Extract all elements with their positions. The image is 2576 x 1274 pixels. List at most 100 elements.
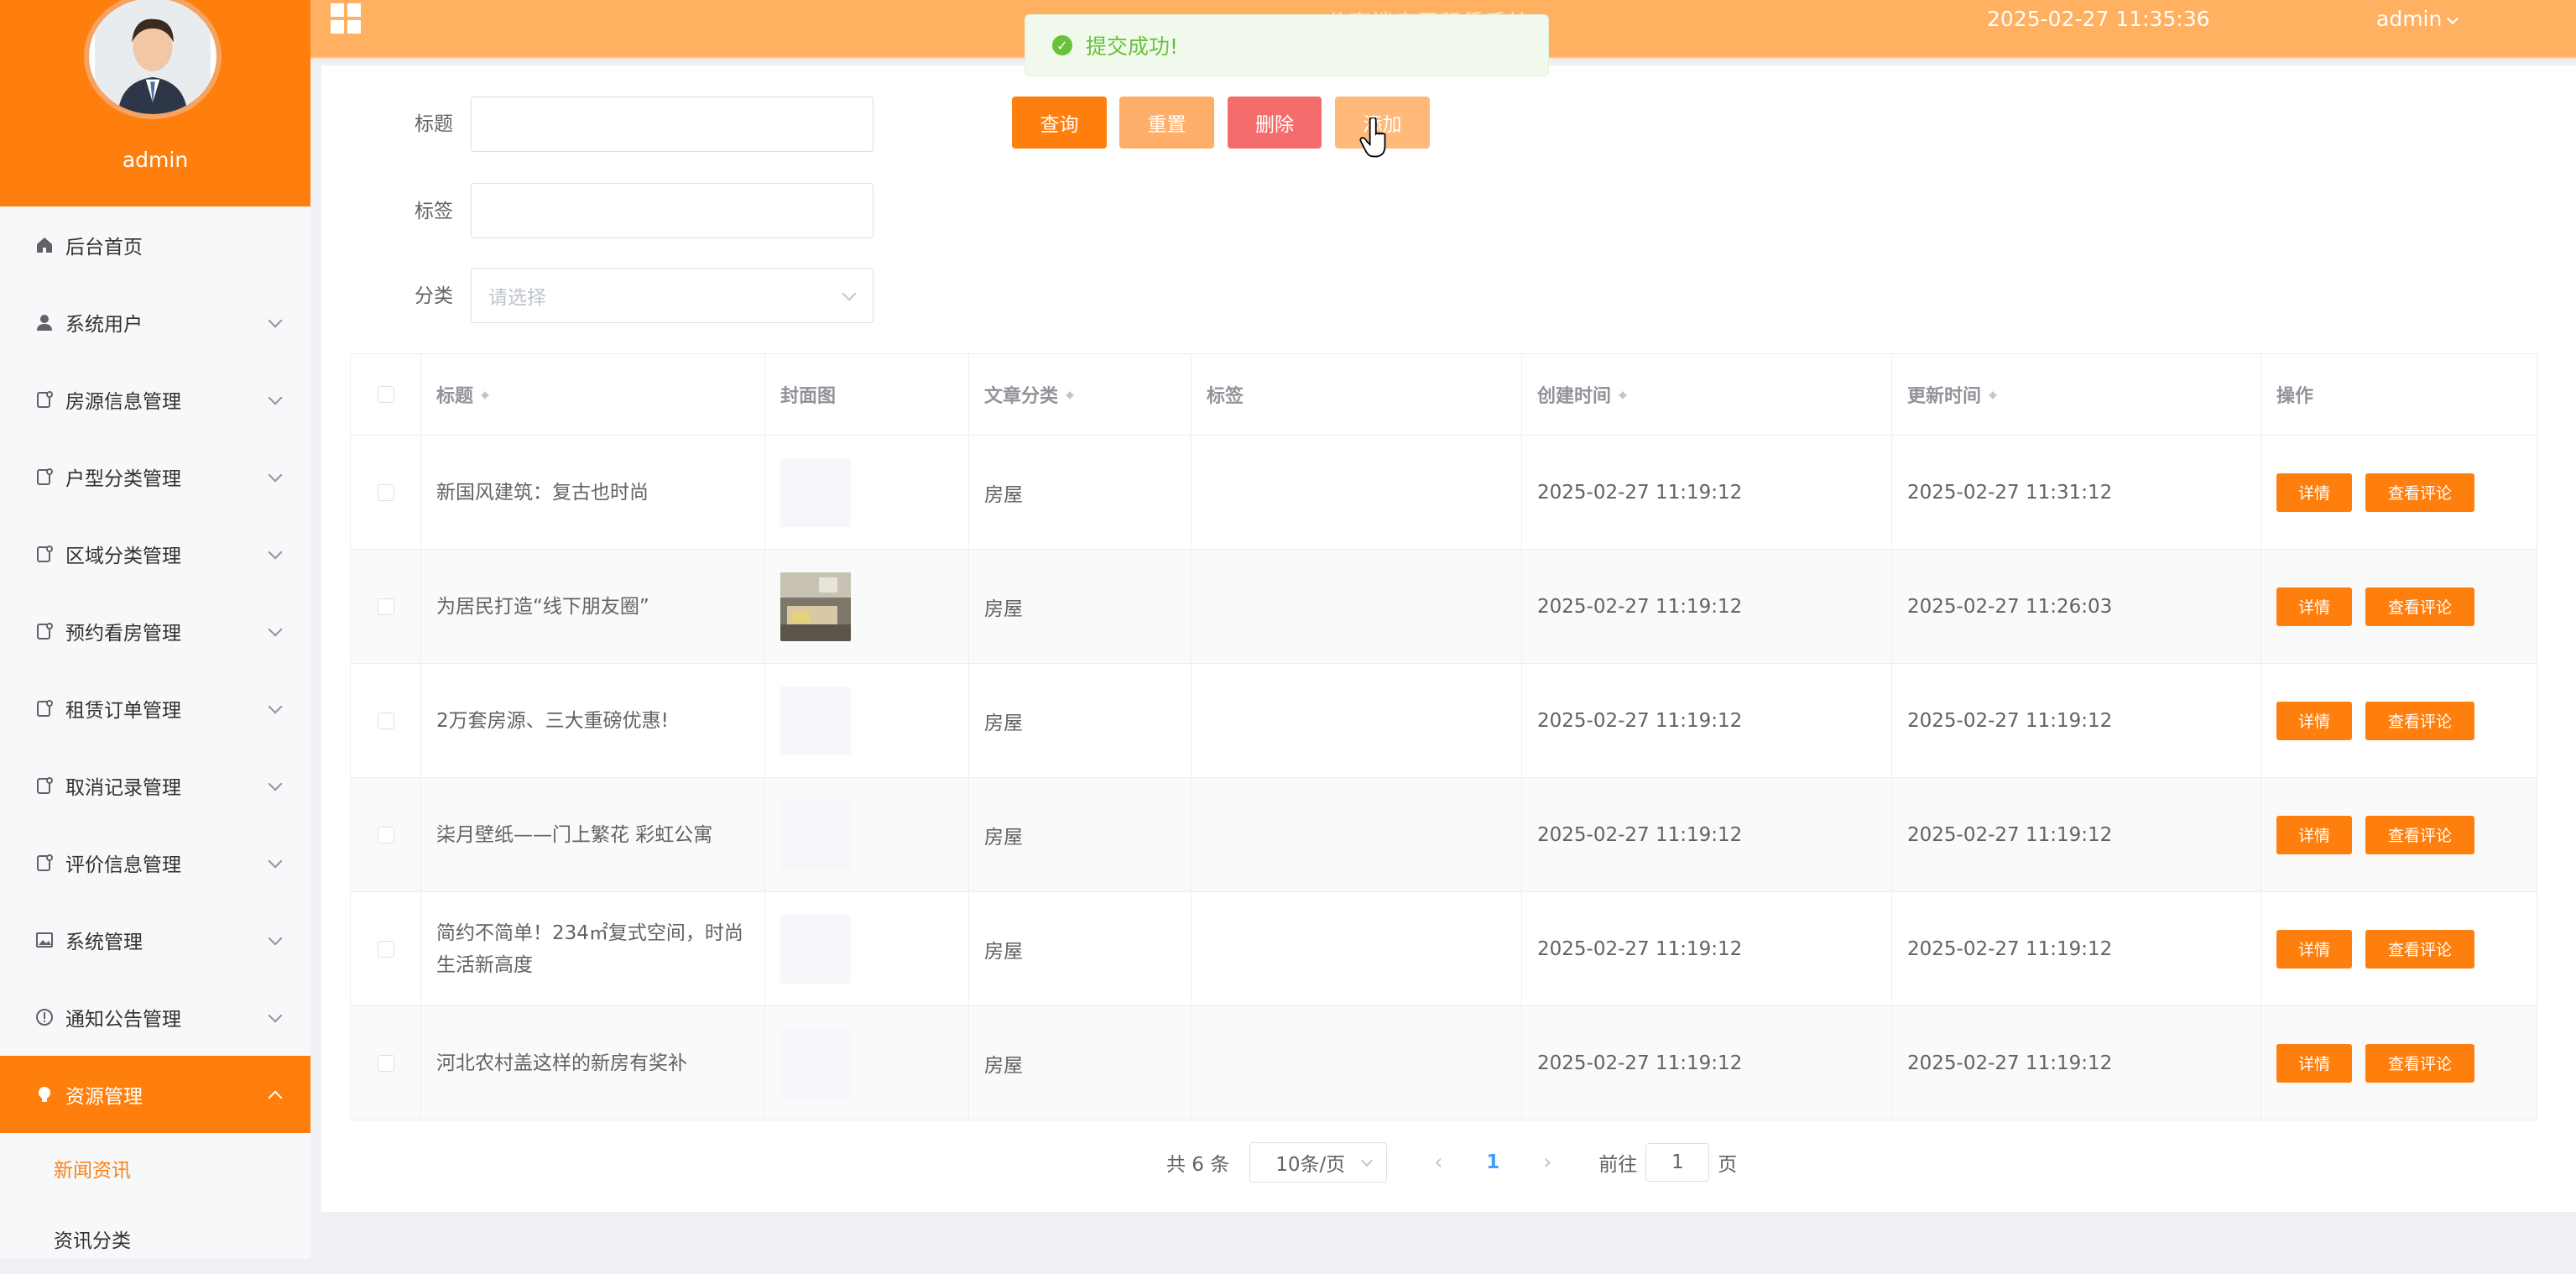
sidebar-item-label: 取消记录管理	[65, 777, 181, 799]
row-checkbox[interactable]	[377, 712, 394, 729]
row-checkbox[interactable]	[377, 483, 394, 501]
tag-filter-label: 标签	[415, 201, 453, 222]
page-size-value: 10条/页	[1275, 1154, 1346, 1176]
sort-icon[interactable]	[1065, 387, 1075, 402]
current-page[interactable]: 1	[1468, 1151, 1518, 1173]
select-all-cell	[351, 354, 421, 435]
sort-icon[interactable]	[1988, 387, 1998, 402]
document-icon	[34, 389, 55, 410]
row-checkbox[interactable]	[377, 598, 394, 615]
row-select-cell	[351, 550, 421, 663]
query-button[interactable]: 查询	[1012, 97, 1107, 149]
delete-button[interactable]: 删除	[1228, 97, 1322, 149]
sidebar-subitem-news[interactable]: 新闻资讯	[0, 1133, 310, 1204]
sidebar-item-resources[interactable]: 资源管理	[0, 1056, 310, 1133]
prev-page-button[interactable]: ‹	[1417, 1150, 1459, 1175]
sidebar-item-reviews[interactable]: 评价信息管理	[0, 824, 310, 901]
sidebar-item-system-users[interactable]: 系统用户	[0, 284, 310, 361]
category-cell: 房屋	[969, 778, 1192, 891]
sidebar-item-listings[interactable]: 房源信息管理	[0, 361, 310, 438]
chevron-down-icon	[268, 854, 283, 869]
sidebar-item-dashboard[interactable]: 后台首页	[0, 206, 310, 284]
view-comments-button[interactable]: 查看评论	[2365, 587, 2474, 626]
actions-cell: 详情 查看评论	[2261, 778, 2537, 891]
header-updated[interactable]: 更新时间	[1892, 354, 2261, 435]
row-select-cell	[351, 664, 421, 777]
header-label: 文章分类	[984, 386, 1059, 407]
cover-thumbnail[interactable]	[780, 800, 851, 869]
actions-cell: 详情 查看评论	[2261, 436, 2537, 549]
table-row: 河北农村盖这样的新房有奖补 房屋 2025-02-27 11:19:12 202…	[351, 1006, 2537, 1120]
sidebar-item-cancellation-records[interactable]: 取消记录管理	[0, 747, 310, 824]
category-cell: 房屋	[969, 1006, 1192, 1120]
row-title: 新国风建筑：复古也时尚	[436, 481, 649, 504]
category-select[interactable]: 请选择	[471, 268, 873, 323]
row-checkbox[interactable]	[377, 940, 394, 958]
avatar[interactable]	[84, 0, 222, 119]
document-icon	[34, 543, 55, 565]
header-tag: 标签	[1192, 354, 1522, 435]
sidebar-item-system-management[interactable]: 系统管理	[0, 901, 310, 979]
header-title[interactable]: 标题	[421, 354, 765, 435]
user-dropdown[interactable]: admin	[2376, 7, 2457, 31]
view-comments-button[interactable]: 查看评论	[2365, 815, 2474, 854]
view-comments-button[interactable]: 查看评论	[2365, 473, 2474, 512]
sidebar-item-viewing-appointments[interactable]: 预约看房管理	[0, 593, 310, 670]
chevron-down-icon	[268, 313, 283, 328]
cover-cell	[765, 550, 969, 663]
next-page-button[interactable]: ›	[1526, 1150, 1568, 1175]
sort-icon[interactable]	[1618, 387, 1628, 402]
updated-cell: 2025-02-27 11:19:12	[1892, 778, 2261, 891]
header-label: 更新时间	[1907, 386, 1982, 407]
sidebar-item-area-categories[interactable]: 区域分类管理	[0, 515, 310, 593]
view-comments-button[interactable]: 查看评论	[2365, 1043, 2474, 1083]
row-checkbox[interactable]	[377, 826, 394, 843]
goto-page-input[interactable]: 1	[1645, 1143, 1710, 1182]
tag-cell	[1192, 1006, 1522, 1120]
select-all-checkbox[interactable]	[377, 386, 394, 403]
table-row: 柒月壁纸——门上繁花 彩虹公寓 房屋 2025-02-27 11:19:12 2…	[351, 778, 2537, 892]
info-icon	[34, 1006, 55, 1028]
cover-thumbnail[interactable]	[780, 914, 851, 984]
chevron-up-icon	[268, 1090, 283, 1105]
detail-button[interactable]: 详情	[2276, 1043, 2352, 1083]
menu-grid-icon[interactable]	[331, 3, 361, 34]
cover-thumbnail[interactable]	[780, 457, 851, 527]
title-filter-input[interactable]	[471, 97, 873, 152]
header-category[interactable]: 文章分类	[969, 354, 1192, 435]
chevron-down-icon	[842, 286, 857, 301]
document-icon	[34, 620, 55, 642]
cover-thumbnail[interactable]	[780, 572, 851, 641]
sidebar-item-rental-orders[interactable]: 租赁订单管理	[0, 670, 310, 747]
header-actions: 操作	[2261, 354, 2537, 435]
header-created[interactable]: 创建时间	[1522, 354, 1892, 435]
view-comments-button[interactable]: 查看评论	[2365, 701, 2474, 740]
row-checkbox[interactable]	[377, 1054, 394, 1072]
category-filter-label: 分类	[415, 285, 453, 307]
cover-cell	[765, 778, 969, 891]
chevron-down-icon	[268, 931, 283, 946]
detail-button[interactable]: 详情	[2276, 815, 2352, 854]
table-header-row: 标题 封面图 文章分类 标签 创建时间 更新时间 操作	[351, 354, 2537, 436]
chevron-down-icon	[268, 1008, 283, 1023]
view-comments-button[interactable]: 查看评论	[2365, 929, 2474, 969]
sidebar-item-announcements[interactable]: 通知公告管理	[0, 979, 310, 1056]
detail-button[interactable]: 详情	[2276, 929, 2352, 969]
sidebar-subitem-news-categories[interactable]: 资讯分类	[0, 1204, 310, 1274]
created-cell: 2025-02-27 11:19:12	[1522, 550, 1892, 663]
chevron-down-icon	[268, 776, 283, 791]
tag-filter-input[interactable]	[471, 183, 873, 238]
page-size-select[interactable]: 10条/页	[1249, 1142, 1388, 1183]
tag-cell	[1192, 550, 1522, 663]
sidebar-item-layout-categories[interactable]: 户型分类管理	[0, 438, 310, 515]
reset-button[interactable]: 重置	[1119, 97, 1214, 149]
header-label: 操作	[2276, 386, 2314, 407]
cover-thumbnail[interactable]	[780, 1028, 851, 1098]
picture-icon	[34, 929, 55, 951]
detail-button[interactable]: 详情	[2276, 701, 2352, 740]
sort-icon[interactable]	[480, 387, 490, 402]
detail-button[interactable]: 详情	[2276, 473, 2352, 512]
detail-button[interactable]: 详情	[2276, 587, 2352, 626]
cover-thumbnail[interactable]	[780, 686, 851, 755]
sidebar-username: admin	[122, 148, 189, 172]
